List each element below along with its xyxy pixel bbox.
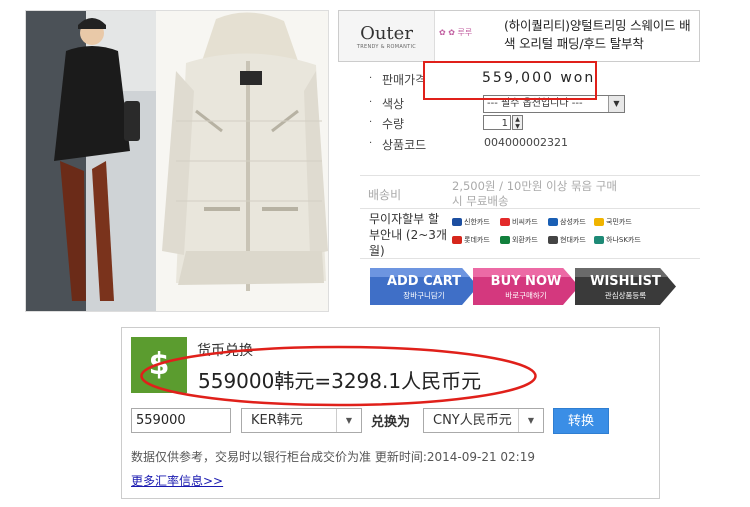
card-item: 롯데카드 — [452, 235, 490, 245]
card-label: 현대카드 — [560, 236, 586, 244]
convert-to-label: 兑换为 — [371, 415, 411, 430]
buy-now-label: BUY NOW — [490, 274, 562, 289]
brand-logo: Outer TRENDY & ROMANTIC — [339, 11, 435, 61]
convert-button[interactable]: 转换 — [553, 408, 609, 434]
card-item: 비씨카드 — [500, 217, 538, 227]
bullet: · — [369, 97, 373, 108]
chevron-down-icon[interactable]: ▼ — [336, 409, 361, 432]
price-highlight-box — [423, 61, 597, 100]
color-label: 색상 — [382, 97, 405, 111]
result-highlight-ellipse — [140, 345, 537, 407]
product-image — [25, 10, 329, 312]
product-title: (하이퀄리티)양털트리밍 스웨이드 배색 오리털 패딩/후드 탈부착 — [504, 18, 691, 51]
card-label: 롯데카드 — [464, 236, 490, 244]
more-rates-link[interactable]: 更多汇率信息>> — [131, 472, 223, 489]
card-item: 삼성카드 — [548, 217, 586, 227]
chevron-down-icon[interactable]: ▼ — [608, 96, 624, 112]
card-label: 삼성카드 — [560, 218, 586, 226]
product-code-label: 상품코드 — [382, 138, 427, 152]
card-icon — [548, 236, 558, 244]
product-code-value: 004000002321 — [484, 136, 568, 149]
buy-now-button[interactable]: BUY NOW 바로구매하기 — [473, 268, 579, 305]
wishlist-sublabel: 관심상품등록 — [604, 291, 647, 300]
brand-header: Outer TRENDY & ROMANTIC ✿ ✿ 루루 (하이퀄리티)양털… — [338, 10, 700, 62]
brand-mark: ✿ ✿ 루루 — [439, 28, 473, 37]
card-label: 하나SK카드 — [606, 236, 641, 244]
add-cart-label: ADD CART — [386, 274, 462, 289]
card-icon — [500, 236, 510, 244]
amount-input[interactable]: 559000 — [131, 408, 231, 433]
disclaimer-text: 数据仅供参考，交易时以银行柜台成交价为准 更新时间:2014-09-21 02:… — [131, 450, 535, 464]
card-item: 하나SK카드 — [594, 235, 641, 245]
card-item: 국민카드 — [594, 217, 632, 227]
bullet: · — [369, 138, 373, 149]
price-label: 판매가격 — [382, 73, 427, 87]
card-item: 현대카드 — [548, 235, 586, 245]
to-currency-value: CNY人民币元 — [433, 413, 512, 428]
card-icon — [452, 236, 462, 244]
to-currency-select[interactable]: CNY人民币元 ▼ — [423, 408, 544, 433]
divider — [360, 175, 700, 176]
from-currency-value: KER韩元 — [251, 413, 303, 428]
divider — [360, 208, 700, 209]
add-cart-sublabel: 장바구니담기 — [403, 291, 445, 300]
card-icon — [594, 236, 604, 244]
quantity-input[interactable]: 1 — [483, 115, 511, 130]
chevron-up-icon[interactable]: ▲ — [513, 116, 522, 123]
card-icon — [548, 218, 558, 226]
quantity-stepper[interactable]: ▲ ▼ — [512, 115, 523, 130]
card-item: 외환카드 — [500, 235, 538, 245]
card-icon — [500, 218, 510, 226]
qty-label: 수량 — [382, 117, 405, 131]
shipping-label: 배송비 — [368, 188, 402, 202]
brand-tagline: TRENDY & ROMANTIC — [356, 44, 417, 50]
bullet: · — [369, 117, 373, 128]
card-label: 비씨카드 — [512, 218, 538, 226]
wishlist-label: WISHLIST — [590, 274, 661, 289]
wishlist-button[interactable]: WISHLIST 관심상품등록 — [575, 268, 676, 305]
card-icon — [452, 218, 462, 226]
brand-name: Outer — [360, 23, 413, 44]
buy-now-sublabel: 바로구매하기 — [505, 291, 547, 300]
divider — [360, 258, 700, 259]
bullet: · — [369, 73, 373, 84]
from-currency-select[interactable]: KER韩元 ▼ — [241, 408, 362, 433]
shipping-value: 2,500원 / 10만원 이상 묶음 구매시 무료배송 — [452, 179, 617, 208]
card-label: 외환카드 — [512, 236, 538, 244]
card-label: 신한카드 — [464, 218, 490, 226]
add-cart-button[interactable]: ADD CART 장바구니담기 — [370, 268, 478, 305]
card-item: 신한카드 — [452, 217, 490, 227]
chevron-down-icon[interactable]: ▼ — [518, 409, 543, 432]
card-icon — [594, 218, 604, 226]
card-label: 국민카드 — [606, 218, 632, 226]
installment-label: 무이자할부 할부안내 (2~3개월) — [369, 212, 447, 258]
chevron-down-icon[interactable]: ▼ — [513, 123, 522, 130]
